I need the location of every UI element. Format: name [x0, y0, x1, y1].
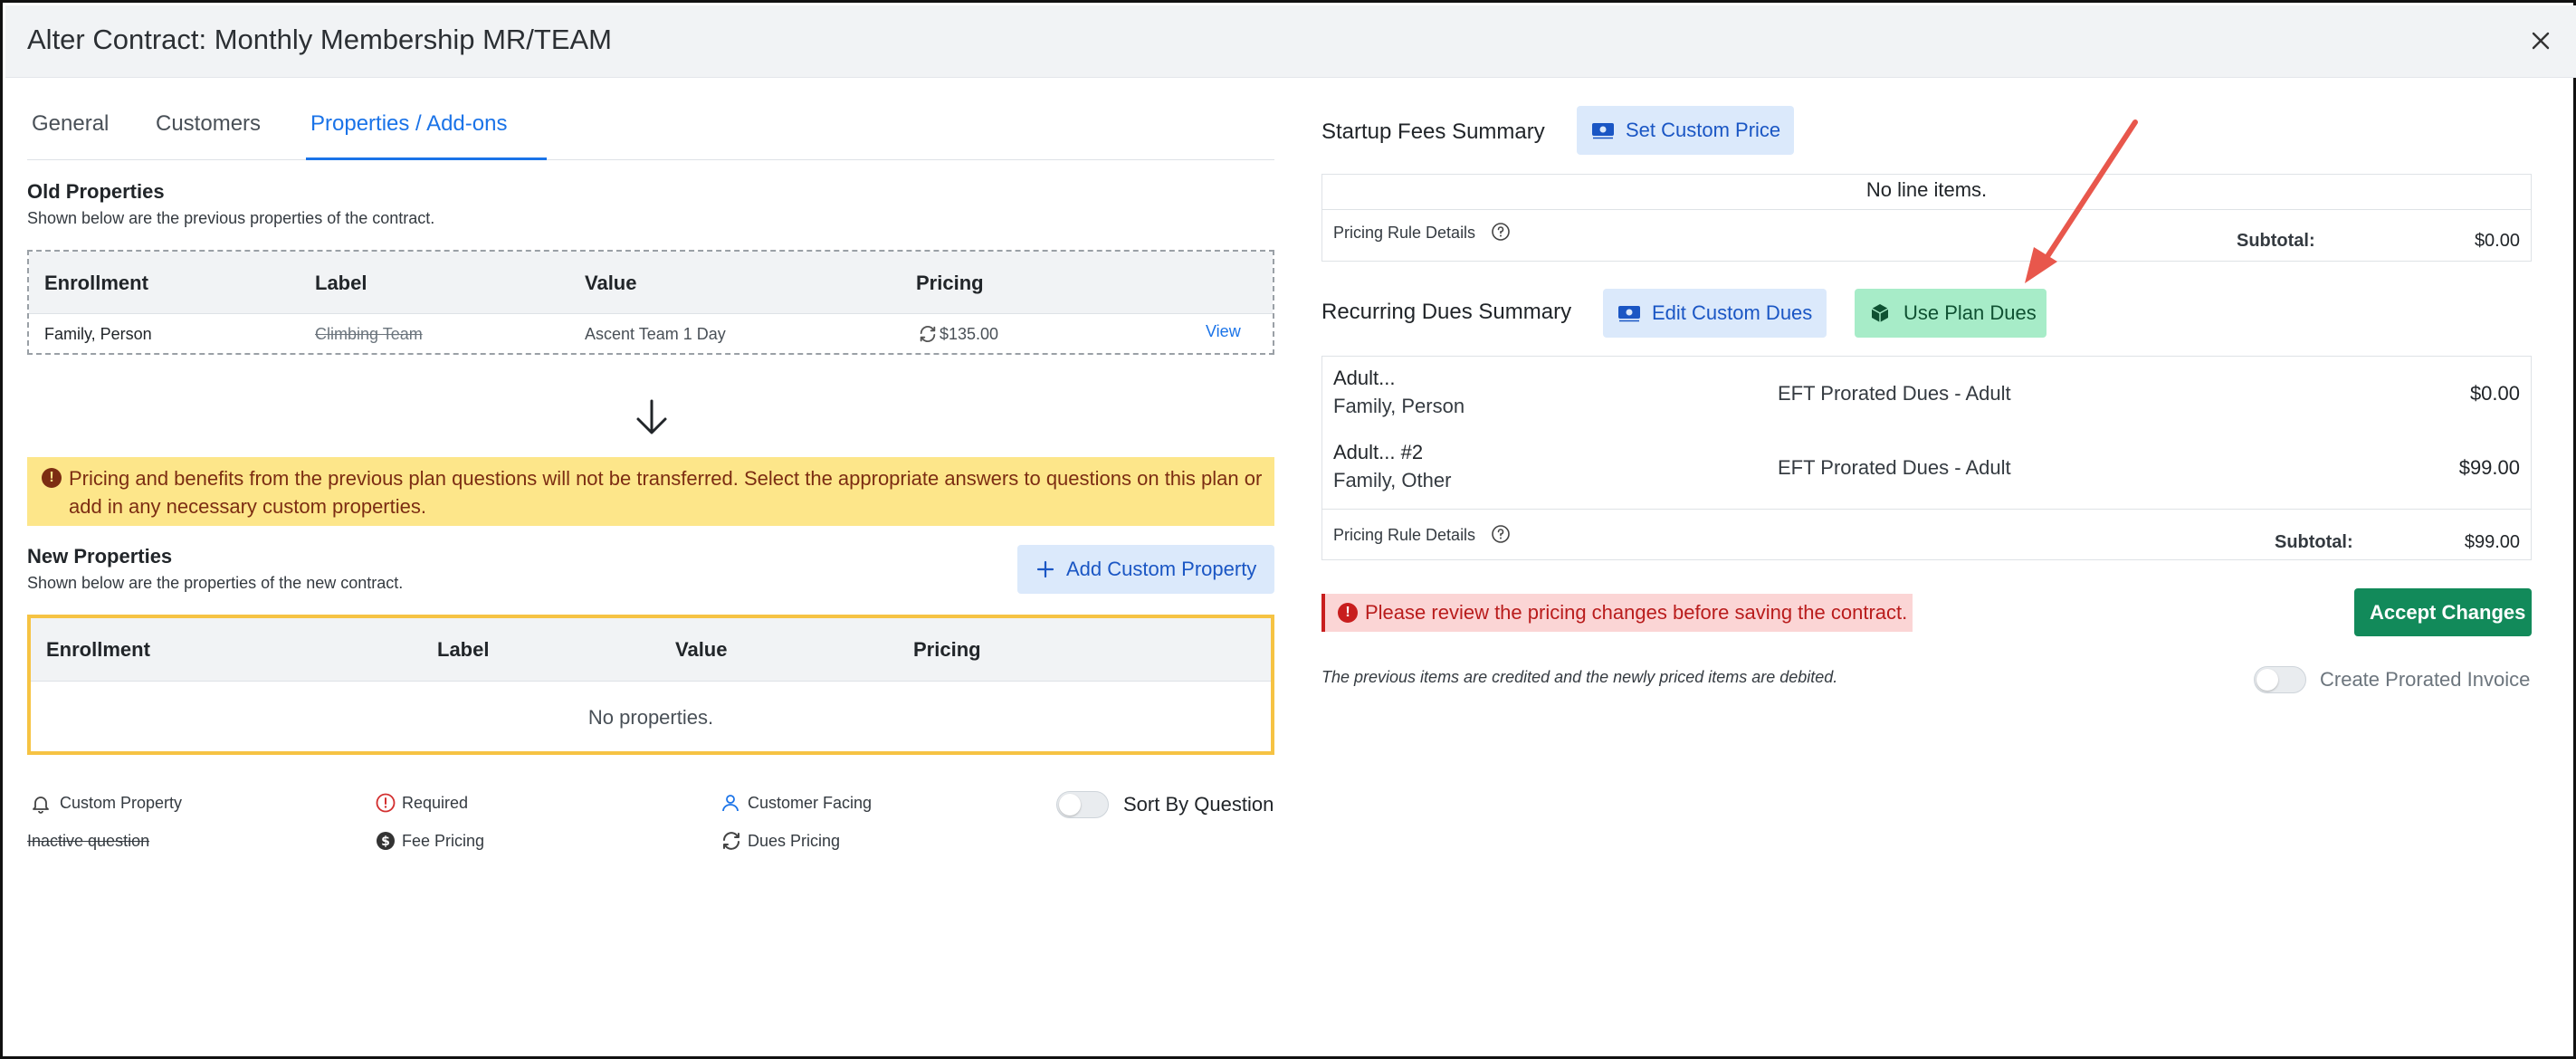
sort-by-question-label: Sort By Question	[1123, 793, 1274, 816]
row-value: Ascent Team 1 Day	[585, 325, 726, 343]
add-custom-property-label: Add Custom Property	[1066, 558, 1257, 580]
question-circle-icon[interactable]	[1491, 222, 1511, 242]
exclamation-circle-icon	[376, 793, 396, 813]
row-pricing: $135.00	[940, 325, 999, 343]
dues-item-description: EFT Prorated Dues - Adult	[1778, 382, 2011, 405]
box-icon	[1871, 304, 1889, 322]
startup-subtotal-label: Subtotal:	[2237, 231, 2315, 251]
warning-alert: ! Pricing and benefits from the previous…	[27, 457, 1274, 526]
pricing-rule-details-label[interactable]: Pricing Rule Details	[1333, 224, 1475, 243]
recurring-dues-title: Recurring Dues Summary	[1321, 300, 1572, 324]
sort-by-question-toggle[interactable]	[1056, 791, 1109, 818]
accept-changes-label: Accept Changes	[2370, 601, 2526, 624]
exclamation-icon: !	[42, 468, 62, 488]
use-plan-dues-label: Use Plan Dues	[1903, 301, 2037, 324]
add-custom-property-button[interactable]: Add Custom Property	[1017, 545, 1274, 594]
startup-fees-panel: No line items. Pricing Rule Details Subt…	[1321, 174, 2532, 262]
refresh-icon	[723, 832, 739, 850]
column-header-pricing: Pricing	[916, 272, 984, 294]
column-header-pricing: Pricing	[913, 638, 981, 661]
legend-fee-pricing: Fee Pricing	[402, 832, 485, 850]
tab-customers[interactable]: Customers	[156, 111, 261, 137]
dues-item-customer: Family, Other	[1333, 469, 1452, 491]
svg-text:$: $	[381, 835, 390, 849]
set-custom-price-button[interactable]: Set Custom Price	[1577, 106, 1794, 155]
exclamation-icon: !	[1338, 603, 1358, 623]
row-enrollment: Family, Person	[44, 325, 152, 343]
user-icon	[722, 795, 739, 812]
dollar-circle-icon: $	[377, 832, 395, 850]
legend-required: Required	[402, 794, 469, 812]
view-link[interactable]: View	[1206, 322, 1241, 341]
question-circle-icon[interactable]	[1491, 524, 1511, 544]
startup-fees-title: Startup Fees Summary	[1321, 119, 1545, 144]
dues-item-amount: $99.00	[2458, 456, 2520, 479]
tab-properties-addons[interactable]: Properties / Add-ons	[310, 111, 507, 137]
pricing-rule-details-label[interactable]: Pricing Rule Details	[1333, 526, 1475, 545]
dues-subtotal-value: $99.00	[2464, 532, 2520, 552]
column-header-enrollment: Enrollment	[44, 272, 148, 294]
use-plan-dues-button[interactable]: Use Plan Dues	[1855, 289, 2046, 338]
legend-inactive-question: Inactive question	[27, 832, 150, 850]
dues-item-name: Adult...	[1333, 367, 1396, 389]
old-properties-table: Enrollment Label Value Pricing Family, P…	[27, 250, 1274, 355]
table-header: Enrollment Label Value Pricing	[31, 618, 1271, 682]
close-icon[interactable]	[2525, 25, 2556, 56]
edit-custom-dues-label: Edit Custom Dues	[1652, 301, 1813, 324]
error-text: Please review the pricing changes before…	[1365, 601, 1908, 624]
set-custom-price-label: Set Custom Price	[1626, 119, 1781, 141]
startup-subtotal-value: $0.00	[2474, 231, 2520, 251]
legend-dues-pricing: Dues Pricing	[748, 832, 841, 850]
dues-item-name: Adult... #2	[1333, 441, 1424, 463]
edit-custom-dues-button[interactable]: Edit Custom Dues	[1603, 289, 1827, 338]
column-header-label: Label	[315, 272, 367, 294]
old-properties-title: Old Properties	[27, 180, 165, 203]
recurring-dues-panel: Adult... Family, Person EFT Prorated Due…	[1321, 356, 2532, 560]
warning-text: Pricing and benefits from the previous p…	[69, 467, 1263, 518]
modal-header: Alter Contract: Monthly Membership MR/TE…	[5, 5, 2576, 78]
create-prorated-invoice-label: Create Prorated Invoice	[2320, 668, 2531, 691]
row-label: Climbing Team	[315, 325, 423, 343]
footer-note: The previous items are credited and the …	[1321, 668, 1838, 686]
create-prorated-invoice-toggle[interactable]	[2254, 666, 2306, 693]
accept-changes-button[interactable]: Accept Changes	[2354, 588, 2532, 636]
new-properties-subtitle: Shown below are the properties of the ne…	[27, 574, 404, 592]
empty-state-text: No properties.	[587, 706, 714, 729]
error-alert: ! Please review the pricing changes befo…	[1321, 594, 1913, 632]
startup-empty-text: No line items.	[1865, 178, 1988, 201]
column-header-enrollment: Enrollment	[46, 638, 150, 661]
cash-icon	[1592, 123, 1614, 139]
modal-title: Alter Contract: Monthly Membership MR/TE…	[27, 24, 613, 55]
dues-subtotal-label: Subtotal:	[2275, 532, 2353, 552]
dues-item-description: EFT Prorated Dues - Adult	[1778, 456, 2011, 479]
new-properties-table: Enrollment Label Value Pricing No proper…	[27, 615, 1274, 755]
bell-icon	[33, 797, 49, 814]
plus-icon	[1036, 560, 1054, 578]
tab-bar: General Customers Properties / Add-ons	[27, 100, 1274, 160]
modal-window: Alter Contract: Monthly Membership MR/TE…	[0, 0, 2576, 1059]
cash-icon	[1618, 306, 1640, 322]
column-header-value: Value	[675, 638, 728, 661]
legend-customer-facing: Customer Facing	[748, 794, 873, 812]
column-header-label: Label	[437, 638, 490, 661]
old-properties-subtitle: Shown below are the previous properties …	[27, 209, 435, 227]
new-properties-title: New Properties	[27, 545, 173, 568]
active-tab-indicator	[306, 157, 547, 160]
dues-item-customer: Family, Person	[1333, 395, 1465, 417]
table-header: Enrollment Label Value Pricing	[29, 252, 1273, 314]
column-header-value: Value	[585, 272, 637, 294]
legend-custom-property: Custom Property	[60, 794, 183, 812]
dues-item-amount: $0.00	[2469, 382, 2520, 405]
arrow-down-icon	[636, 399, 667, 434]
refresh-icon	[920, 326, 936, 342]
tab-general[interactable]: General	[32, 111, 109, 137]
